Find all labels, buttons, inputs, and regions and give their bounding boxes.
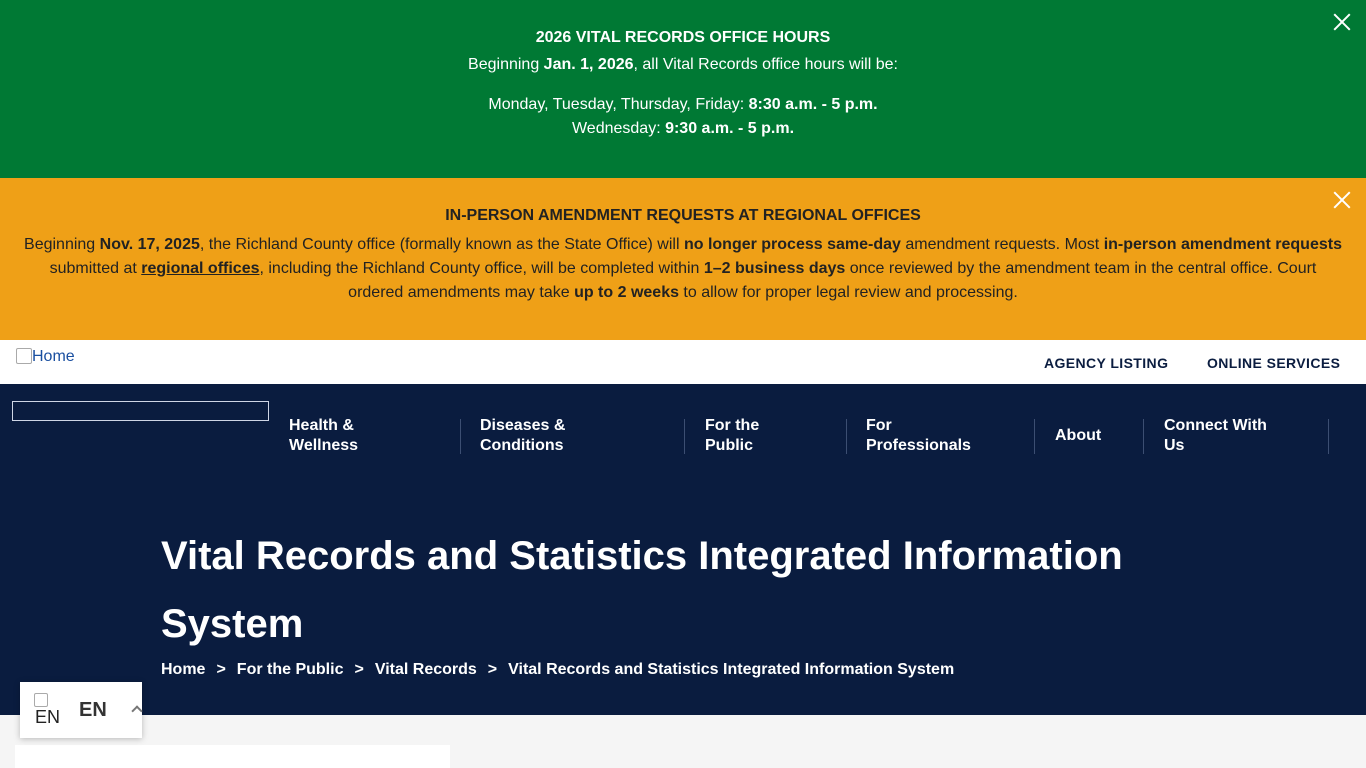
amendment-emphasis: 1–2 business days	[703, 260, 846, 277]
broken-image-icon	[34, 693, 48, 707]
nav-label: About	[1055, 427, 1102, 444]
wednesday-label: Wednesday:	[571, 120, 666, 137]
hours-wednesday: Wednesday: 9:30 a.m. - 5 p.m.	[0, 120, 1366, 138]
weekdays-label: Monday, Tuesday, Thursday, Friday:	[488, 96, 749, 113]
close-icon[interactable]	[1331, 11, 1353, 33]
breadcrumb-current: Vital Records and Statistics Integrated …	[508, 661, 955, 678]
amendment-text-part: , the Richland County office (formally k…	[199, 236, 684, 253]
office-hours-title: 2026 VITAL RECORDS OFFICE HOURS	[535, 29, 831, 46]
nav-divider	[1328, 419, 1329, 454]
language-switcher[interactable]: EN EN	[20, 682, 143, 738]
hours-weekdays: Monday, Tuesday, Thursday, Friday: 8:30 …	[0, 96, 1366, 114]
breadcrumb-separator: >	[487, 661, 498, 678]
online-services-link[interactable]: ONLINE SERVICES	[1207, 355, 1340, 371]
nav-label: Health &	[289, 417, 354, 434]
amendment-text-part: amendment requests. Most	[900, 236, 1104, 253]
nav-divider	[460, 419, 461, 454]
nav-label: Diseases &	[480, 417, 566, 434]
amendment-text-part: , including the Richland County office, …	[259, 260, 704, 277]
nav-diseases-conditions[interactable]: Diseases & Conditions	[480, 416, 565, 456]
breadcrumb-separator: >	[216, 661, 226, 678]
home-logo-link[interactable]: Home	[16, 348, 75, 366]
chevron-up-icon	[131, 705, 143, 717]
amendment-title: IN-PERSON AMENDMENT REQUESTS AT REGIONAL…	[445, 207, 921, 224]
nav-label: Connect With	[1164, 417, 1267, 434]
nav-label: For	[866, 417, 892, 434]
amendment-date: Nov. 17, 2025	[99, 236, 200, 253]
nav-divider	[1034, 419, 1035, 454]
nav-for-the-public[interactable]: For the Public	[705, 416, 759, 456]
nav-label: Professionals	[866, 437, 971, 454]
nav-label: For the	[705, 417, 760, 434]
nav-label: Conditions	[480, 437, 564, 454]
amendment-text: Beginning Nov. 17, 2025, the Richland Co…	[20, 233, 1346, 305]
regional-offices-link[interactable]: regional offices	[141, 260, 259, 277]
nav-label: Wellness	[289, 437, 359, 454]
agency-listing-link[interactable]: AGENCY LISTING	[1044, 355, 1168, 371]
home-logo-alt: Home	[32, 348, 75, 365]
amendment-banner: IN-PERSON AMENDMENT REQUESTS AT REGIONAL…	[0, 178, 1366, 340]
breadcrumb: Home > For the Public > Vital Records > …	[161, 661, 954, 679]
wednesday-hours: 9:30 a.m. - 5 p.m.	[665, 120, 795, 137]
breadcrumb-vital-records[interactable]: Vital Records	[375, 661, 477, 679]
page-title: Vital Records and Statistics Integrated …	[161, 534, 1123, 646]
breadcrumb-separator: >	[354, 661, 364, 678]
nav-label: Public	[705, 437, 754, 454]
close-icon[interactable]	[1331, 189, 1353, 211]
broken-image-icon	[16, 348, 32, 364]
main-header: Health & Wellness Diseases & Conditions …	[0, 384, 1366, 715]
utility-bar: Home AGENCY LISTING ONLINE SERVICES	[0, 340, 1366, 384]
flag-icon: EN	[34, 693, 64, 727]
weekdays-hours: 8:30 a.m. - 5 p.m.	[748, 96, 878, 113]
nav-divider	[1143, 419, 1144, 454]
content-card	[15, 745, 450, 768]
language-code: EN	[79, 699, 107, 721]
nav-about[interactable]: About	[1055, 426, 1101, 446]
breadcrumb-home[interactable]: Home	[161, 661, 205, 679]
office-hours-intro: Beginning Jan. 1, 2026, all Vital Record…	[0, 56, 1366, 74]
flag-alt-text: EN	[35, 707, 61, 727]
nav-divider	[846, 419, 847, 454]
intro-date: Jan. 1, 2026	[543, 56, 634, 73]
nav-divider	[684, 419, 685, 454]
intro-text-end: , all Vital Records office hours will be…	[633, 56, 898, 73]
intro-text: Beginning	[468, 56, 544, 73]
office-hours-banner: 2026 VITAL RECORDS OFFICE HOURS Beginnin…	[0, 0, 1366, 178]
site-logo[interactable]	[12, 401, 269, 421]
nav-for-professionals[interactable]: For Professionals	[866, 416, 971, 456]
amendment-emphasis: in-person amendment requests	[1103, 236, 1342, 253]
amendment-text-part: Beginning	[24, 236, 100, 253]
nav-label: Us	[1164, 437, 1185, 454]
amendment-text-part: to allow for proper legal review and pro…	[678, 284, 1018, 301]
nav-connect-with-us[interactable]: Connect With Us	[1164, 416, 1267, 456]
nav-health-wellness[interactable]: Health & Wellness	[289, 416, 358, 456]
breadcrumb-for-the-public[interactable]: For the Public	[237, 661, 344, 679]
amendment-emphasis: no longer process same-day	[683, 236, 901, 253]
amendment-emphasis: up to 2 weeks	[574, 284, 679, 301]
amendment-text-part: submitted at	[49, 260, 142, 277]
